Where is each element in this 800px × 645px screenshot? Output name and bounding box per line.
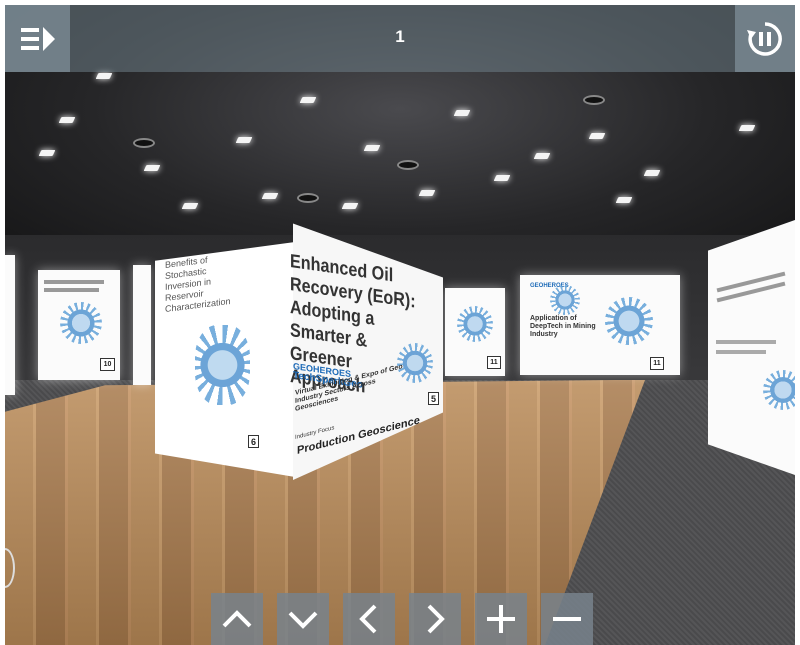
ceiling-downlight: [133, 138, 155, 148]
minus-icon: [553, 617, 581, 621]
panel-graphic: [550, 285, 580, 315]
zoom-in-button[interactable]: [475, 593, 527, 645]
cube-left-number: 6: [248, 435, 259, 448]
ceiling-light: [643, 170, 661, 176]
move-up-button[interactable]: [211, 593, 263, 645]
ceiling-light: [493, 175, 511, 181]
ceiling-light: [299, 97, 317, 103]
ceiling-downlight: [297, 193, 319, 203]
exhibit-panel-center-right[interactable]: 11: [445, 288, 505, 376]
turn-left-button[interactable]: [343, 593, 395, 645]
plus-icon: [487, 605, 515, 633]
ceiling-downlight: [397, 160, 419, 170]
panel-graphic: [60, 302, 102, 344]
menu-arrow-icon: [20, 26, 55, 51]
chevron-right-icon: [427, 604, 445, 634]
panel-text-line: [716, 350, 766, 354]
ceiling-light: [235, 137, 253, 143]
menu-button[interactable]: [5, 5, 70, 72]
exhibition-viewer[interactable]: 10 11 GEOHEROES Application of DeepTech …: [5, 5, 795, 645]
pause-circle-icon: [747, 21, 782, 56]
ceiling-light: [58, 117, 76, 123]
panel-text-line: [716, 340, 776, 344]
autoplay-toggle-button[interactable]: [735, 5, 795, 72]
ceiling-light: [143, 165, 161, 171]
ceiling-light: [615, 197, 633, 203]
cube-front-number: 5: [428, 392, 439, 405]
exhibit-panel-mining[interactable]: GEOHEROES Application of DeepTech in Min…: [520, 275, 680, 375]
panel-number: 10: [100, 358, 115, 371]
ceiling-light: [261, 193, 279, 199]
ceiling-light: [418, 190, 436, 196]
ceiling-light: [95, 73, 113, 79]
exhibit-panel-far-left[interactable]: [5, 255, 15, 395]
zoom-out-button[interactable]: [541, 593, 593, 645]
turn-right-button[interactable]: [409, 593, 461, 645]
panel-text-line: [716, 281, 786, 303]
move-down-button[interactable]: [277, 593, 329, 645]
exhibit-panel-left[interactable]: 10: [38, 270, 120, 380]
chevron-down-icon: [288, 611, 318, 629]
ceiling-light: [738, 125, 756, 131]
cube-left-title: Benefits of Stochastic Inversion in Rese…: [165, 254, 231, 314]
exhibit-panel-small[interactable]: [133, 265, 151, 385]
panel-text-line: [44, 280, 104, 284]
panel-graphic: [457, 306, 493, 342]
panel-graphic: [605, 297, 653, 345]
exhibit-panel-right-wall[interactable]: [708, 220, 795, 475]
cube-left-graphic: [195, 325, 250, 405]
panel-text-line: [44, 288, 99, 292]
chevron-up-icon: [222, 610, 252, 628]
chevron-left-icon: [359, 604, 377, 634]
ceiling-light: [181, 203, 199, 209]
panel-number: 11: [487, 356, 501, 369]
ceiling-light: [453, 110, 471, 116]
panel-graphic: [763, 370, 795, 410]
ceiling-light: [533, 153, 551, 159]
page-number: 1: [395, 27, 405, 46]
ceiling-light: [38, 150, 56, 156]
ceiling-light: [341, 203, 359, 209]
ceiling-light: [363, 145, 381, 151]
ceiling-downlight: [583, 95, 605, 105]
panel-title: Application of DeepTech in Mining Indust…: [530, 315, 596, 338]
panel-number: 11: [650, 357, 664, 370]
ceiling-light: [588, 133, 606, 139]
